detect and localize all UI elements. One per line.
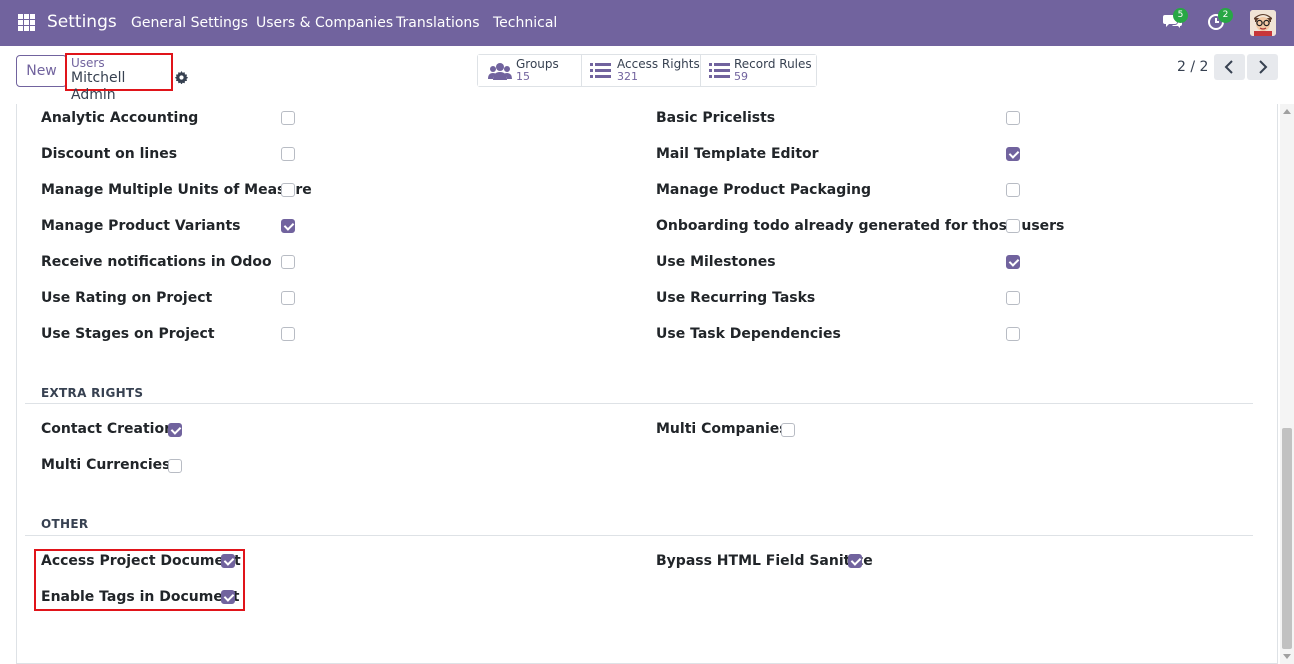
gear-icon[interactable] (175, 71, 188, 84)
right-label: Mail Template Editor (656, 146, 819, 162)
groups-label: Groups (516, 57, 559, 71)
onboarding-todo-checkbox[interactable] (1006, 219, 1020, 233)
right-label: Enable Tags in Document (41, 589, 240, 605)
menu-general-settings[interactable]: General Settings (131, 15, 248, 31)
right-label: Onboarding todo already generated for th… (656, 218, 1065, 234)
analytic-accounting-checkbox[interactable] (281, 111, 295, 125)
app-brand[interactable]: Settings (47, 12, 117, 32)
scrollbar-thumb[interactable] (1282, 428, 1292, 649)
product-packaging-checkbox[interactable] (1006, 183, 1020, 197)
apps-menu-icon[interactable] (18, 14, 35, 31)
record-rules-smart-button[interactable]: Record Rules 59 (701, 55, 816, 86)
other-section-title: OTHER (41, 517, 89, 531)
extra-rights-section-title: EXTRA RIGHTS (41, 386, 144, 400)
right-label: Receive notifications in Odoo (41, 254, 272, 270)
notifications-odoo-checkbox[interactable] (281, 255, 295, 269)
groups-count: 15 (516, 70, 530, 83)
right-label: Multi Companies (656, 421, 788, 437)
enable-tags-document-checkbox[interactable] (221, 590, 235, 604)
right-label: Use Rating on Project (41, 290, 213, 306)
rating-on-project-checkbox[interactable] (281, 291, 295, 305)
mail-template-editor-checkbox[interactable] (1006, 147, 1020, 161)
messages-count-badge: 5 (1173, 8, 1188, 23)
pager-value[interactable]: 2 / 2 (1177, 59, 1208, 75)
task-dependencies-checkbox[interactable] (1006, 327, 1020, 341)
users-icon (488, 63, 512, 80)
bypass-html-sanitize-checkbox[interactable] (848, 554, 862, 568)
right-label: Multi Currencies (41, 457, 171, 473)
messages-button[interactable]: 5 (1163, 8, 1188, 34)
multi-currencies-checkbox[interactable] (168, 459, 182, 473)
access-rights-label: Access Rights (617, 57, 700, 71)
breadcrumb-users-link[interactable]: Users (71, 56, 171, 70)
right-label: Bypass HTML Field Sanitize (656, 553, 873, 569)
recurring-tasks-checkbox[interactable] (1006, 291, 1020, 305)
right-label: Analytic Accounting (41, 110, 199, 126)
right-label: Discount on lines (41, 146, 178, 162)
menu-users-companies[interactable]: Users & Companies (256, 15, 393, 31)
pager-next-button[interactable] (1247, 54, 1278, 80)
contact-creation-checkbox[interactable] (168, 423, 182, 437)
access-rights-count: 321 (617, 70, 638, 83)
basic-pricelists-checkbox[interactable] (1006, 111, 1020, 125)
user-avatar[interactable] (1250, 10, 1276, 36)
chevron-right-icon (1259, 60, 1268, 74)
right-label: Manage Multiple Units of Measure (41, 182, 312, 198)
access-rights-smart-button[interactable]: Access Rights 321 (582, 55, 701, 86)
section-separator (25, 535, 1253, 536)
scroll-up-arrow-icon[interactable] (1283, 109, 1291, 114)
discount-on-lines-checkbox[interactable] (281, 147, 295, 161)
breadcrumb-current-record: Mitchell Admin (71, 70, 126, 103)
stages-on-project-checkbox[interactable] (281, 327, 295, 341)
section-separator (25, 403, 1253, 404)
access-project-document-checkbox[interactable] (221, 554, 235, 568)
milestones-checkbox[interactable] (1006, 255, 1020, 269)
right-label: Use Milestones (656, 254, 776, 270)
list-icon (590, 63, 611, 78)
right-label: Use Task Dependencies (656, 326, 841, 342)
activities-count-badge: 2 (1218, 8, 1233, 23)
menu-technical[interactable]: Technical (493, 15, 557, 31)
right-label: Manage Product Variants (41, 218, 241, 234)
chevron-left-icon (1224, 60, 1233, 74)
menu-translations[interactable]: Translations (396, 15, 480, 31)
groups-smart-button[interactable]: Groups 15 (478, 55, 582, 86)
scroll-down-arrow-icon[interactable] (1283, 654, 1291, 659)
right-label: Use Stages on Project (41, 326, 215, 342)
right-label: Access Project Document (41, 553, 241, 569)
pager-previous-button[interactable] (1214, 54, 1245, 80)
right-label: Contact Creation (41, 421, 175, 437)
list-icon (709, 63, 730, 78)
breadcrumb: Users Mitchell Admin (65, 53, 173, 103)
smart-buttons: Groups 15 Access Rights 321 Record Rules… (477, 54, 817, 87)
activities-button[interactable]: 2 (1207, 8, 1233, 34)
multiple-uom-checkbox[interactable] (281, 183, 295, 197)
top-navbar: Settings General Settings Users & Compan… (0, 0, 1294, 46)
control-panel: New Users Mitchell Admin Groups 15 Acces… (0, 46, 1294, 104)
right-label: Use Recurring Tasks (656, 290, 816, 306)
multi-companies-checkbox[interactable] (781, 423, 795, 437)
new-button[interactable]: New (16, 55, 67, 87)
product-variants-checkbox[interactable] (281, 219, 295, 233)
avatar-image (1250, 10, 1276, 36)
right-label: Basic Pricelists (656, 110, 776, 126)
right-label: Manage Product Packaging (656, 182, 872, 198)
record-rules-label: Record Rules (734, 57, 812, 71)
record-rules-count: 59 (734, 70, 748, 83)
